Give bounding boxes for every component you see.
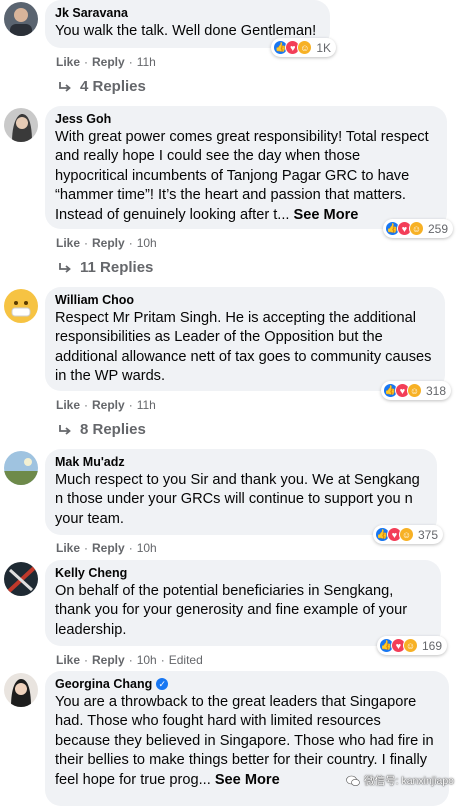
comment-author[interactable]: Mak Mu'adz <box>55 455 425 469</box>
comment-bubble: Kelly Cheng On behalf of the potential b… <box>45 560 447 655</box>
avatar[interactable] <box>4 673 38 707</box>
avatar[interactable] <box>4 562 38 596</box>
reply-button[interactable]: Reply <box>92 236 125 250</box>
reply-button[interactable]: Reply <box>92 55 125 69</box>
separator: · <box>84 398 89 412</box>
separator: · <box>84 541 89 555</box>
reply-button[interactable]: Reply <box>92 653 125 667</box>
timestamp[interactable]: 10h <box>137 236 157 250</box>
comment-actions: Like · Reply · 11h <box>56 55 156 69</box>
separator: · <box>128 236 133 250</box>
watermark-text: 微信号: kanxinjiapo <box>364 775 454 787</box>
separator: · <box>128 541 133 555</box>
separator: · <box>128 398 133 412</box>
replies-count: 11 Replies <box>80 259 154 276</box>
reaction-summary[interactable]: 👍 ♥ ☺ 169 <box>376 636 447 655</box>
comment-bubble: Jess Goh With great power comes great re… <box>45 106 453 238</box>
wechat-watermark: 微信号: kanxinjiapo <box>346 773 454 788</box>
timestamp[interactable]: 11h <box>137 55 156 69</box>
reaction-summary[interactable]: 👍 ♥ ☺ 259 <box>382 219 453 238</box>
reply-button[interactable]: Reply <box>92 541 125 555</box>
care-reaction-icon: ☺ <box>406 383 422 398</box>
comment-text: With great power comes great responsibil… <box>55 128 435 225</box>
view-replies-link[interactable]: 11 Replies <box>58 259 153 276</box>
reaction-count: 169 <box>421 638 442 653</box>
reply-arrow-icon <box>59 262 71 273</box>
separator: · <box>128 653 133 667</box>
see-more-link[interactable]: See More <box>215 772 280 788</box>
comment-bubble: William Choo Respect Mr Pritam Singh. He… <box>45 287 451 400</box>
comment-actions: Like · Reply · 10h · Edited <box>56 653 203 667</box>
comment-author[interactable]: Georgina Chang ✓ <box>55 677 437 691</box>
care-reaction-icon: ☺ <box>402 638 418 653</box>
wechat-icon <box>346 775 360 786</box>
separator: · <box>128 55 133 69</box>
like-button[interactable]: Like <box>56 398 80 412</box>
care-reaction-icon: ☺ <box>398 527 414 542</box>
timestamp[interactable]: 10h <box>137 541 157 555</box>
see-more-link[interactable]: See More <box>294 207 359 223</box>
like-button[interactable]: Like <box>56 55 80 69</box>
timestamp[interactable]: 10h <box>137 653 157 667</box>
like-button[interactable]: Like <box>56 653 80 667</box>
comment-text: Respect Mr Pritam Singh. He is accepting… <box>55 310 432 385</box>
reply-button[interactable]: Reply <box>92 398 125 412</box>
comment-bubble: Jk Saravana You walk the talk. Well done… <box>45 0 336 57</box>
comment-author[interactable]: Kelly Cheng <box>55 566 429 580</box>
author-name: Georgina Chang <box>55 677 153 691</box>
avatar[interactable] <box>4 451 38 485</box>
comment-actions: Like · Reply · 11h <box>56 398 156 412</box>
care-reaction-icon: ☺ <box>408 221 424 236</box>
avatar[interactable] <box>4 108 38 142</box>
comment-author[interactable]: Jk Saravana <box>55 6 318 20</box>
comment-actions: Like · Reply · 10h <box>56 236 157 250</box>
care-reaction-icon: ☺ <box>297 40 313 55</box>
replies-count: 4 Replies <box>80 78 146 95</box>
comment-actions: Like · Reply · 10h <box>56 541 157 555</box>
timestamp[interactable]: 11h <box>137 398 156 412</box>
comment-author[interactable]: Jess Goh <box>55 112 435 126</box>
separator: · <box>84 653 89 667</box>
comment-author[interactable]: William Choo <box>55 293 433 307</box>
comment-text: Much respect to you Sir and thank you. W… <box>55 472 420 527</box>
like-button[interactable]: Like <box>56 236 80 250</box>
separator: · <box>160 653 165 667</box>
comment-bubble: Mak Mu'adz Much respect to you Sir and t… <box>45 449 443 544</box>
reaction-count: 259 <box>427 221 448 236</box>
view-replies-link[interactable]: 4 Replies <box>58 78 146 95</box>
comment-body: With great power comes great responsibil… <box>55 129 429 223</box>
view-replies-link[interactable]: 8 Replies <box>58 421 146 438</box>
reply-arrow-icon <box>59 424 71 435</box>
reaction-count: 1K <box>316 40 331 55</box>
edited-label[interactable]: Edited <box>169 653 203 667</box>
reaction-summary[interactable]: 👍 ♥ ☺ 318 <box>380 381 451 400</box>
replies-count: 8 Replies <box>80 421 146 438</box>
separator: · <box>84 55 89 69</box>
verified-badge-icon: ✓ <box>156 678 169 690</box>
comment-text: On behalf of the potential beneficiaries… <box>55 583 408 638</box>
reaction-summary[interactable]: 👍 ♥ ☺ 1K <box>271 38 336 57</box>
reply-arrow-icon <box>59 81 71 92</box>
like-button[interactable]: Like <box>56 541 80 555</box>
reaction-count: 318 <box>425 383 446 398</box>
avatar[interactable] <box>4 2 38 36</box>
avatar[interactable] <box>4 289 38 323</box>
separator: · <box>84 236 89 250</box>
reaction-count: 375 <box>417 527 438 542</box>
reaction-summary[interactable]: 👍 ♥ ☺ 375 <box>372 525 443 544</box>
